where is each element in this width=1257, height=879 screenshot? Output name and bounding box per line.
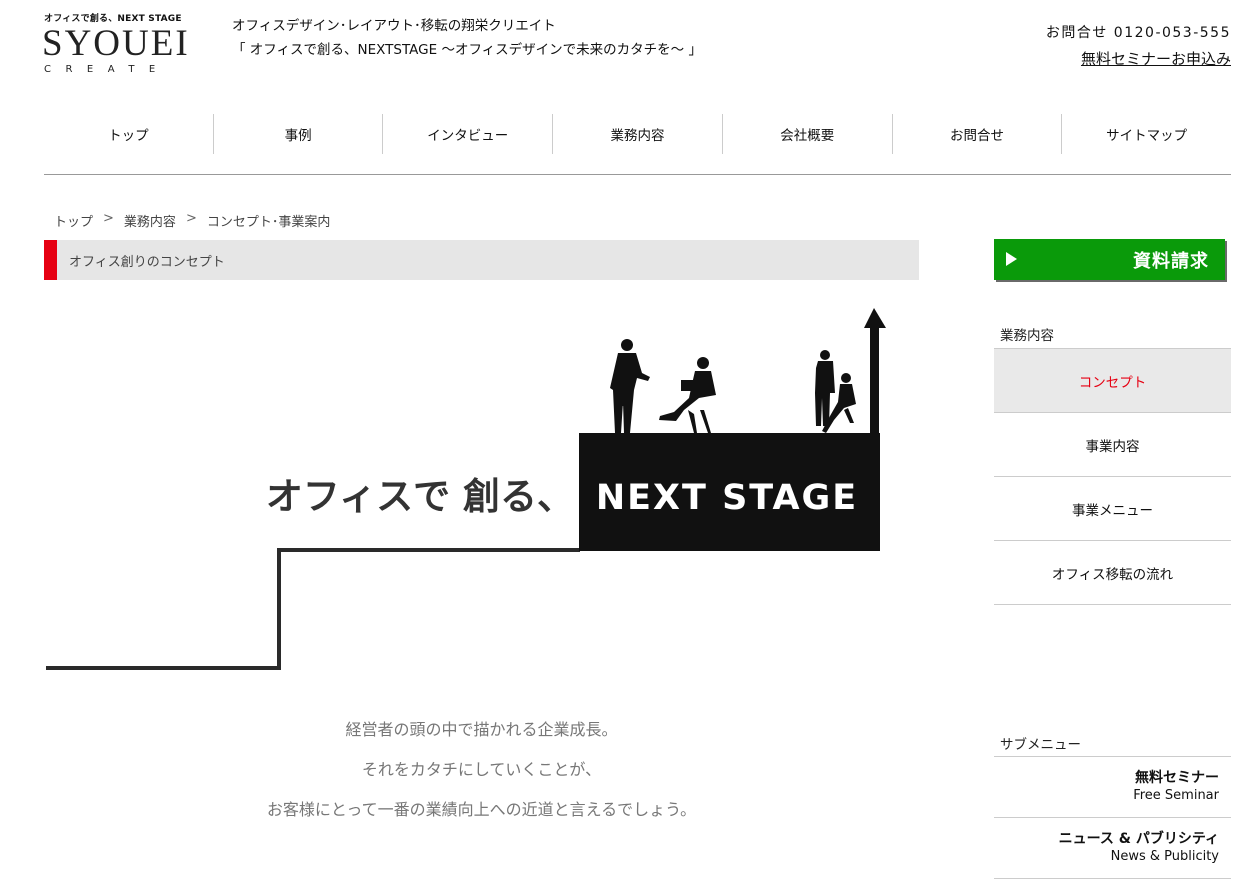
section-title-bar: オフィス創りのコンセプト	[44, 240, 919, 280]
hero-headline-jp: オフィスで 創る、	[266, 475, 574, 518]
nav-divider	[44, 174, 1231, 175]
silhouette-presenter	[610, 339, 650, 433]
hero-headline-en: NEXT STAGE	[596, 478, 858, 518]
play-arrow-icon	[1006, 252, 1017, 266]
sidebar-item-concept[interactable]: コンセプト	[994, 348, 1231, 413]
concept-copy: 経営者の頭の中で描かれる企業成長。 それをカタチにしていくことが、 お客様にとっ…	[44, 710, 919, 830]
submenu-item-news[interactable]: ニュース & パブリシティ News & Publicity	[994, 818, 1231, 879]
breadcrumb-services[interactable]: 業務内容	[124, 211, 176, 230]
concept-copy-line-3: お客様にとって一番の業績向上への近道と言えるでしょう。	[266, 800, 697, 819]
sidebar-heading: 業務内容	[1000, 328, 1054, 344]
nav-item-top[interactable]: トップ	[44, 114, 214, 154]
arrow-head	[864, 308, 886, 328]
submenu-heading: サブメニュー	[1000, 737, 1081, 753]
global-nav: トップ 事例 インタビュー 業務内容 会社概要 お問合せ サイトマップ	[44, 114, 1231, 154]
site-description-line-1: オフィスデザイン･レイアウト･移転の翔栄クリエイト	[232, 18, 556, 34]
breadcrumb-current: コンセプト･事業案内	[206, 215, 331, 230]
breadcrumb-top[interactable]: トップ	[54, 211, 93, 230]
submenu-item-seminar[interactable]: 無料セミナー Free Seminar	[994, 757, 1231, 818]
document-request-button[interactable]: 資料請求	[994, 239, 1225, 280]
breadcrumb: トップ > 業務内容 > コンセプト･事業案内	[54, 211, 330, 230]
submenu-item-label: ニュース & パブリシティ	[1058, 831, 1219, 847]
logo[interactable]: SYOUEI	[42, 24, 190, 64]
concept-copy-line-1: 経営者の頭の中で描かれる企業成長。	[345, 720, 618, 739]
submenu-item-sublabel: Free Seminar	[1133, 788, 1219, 803]
nav-item-interview[interactable]: インタビュー	[383, 114, 554, 154]
submenu: 無料セミナー Free Seminar ニュース & パブリシティ News &…	[994, 756, 1231, 879]
sidebar-menu: コンセプト 事業内容 事業メニュー オフィス移転の流れ	[994, 348, 1231, 605]
contact-phone: お問合せ 0120-053-555	[1045, 25, 1231, 41]
section-accent	[44, 240, 57, 280]
submenu-item-label: 無料セミナー	[1135, 770, 1219, 786]
sidebar-item-relocation-flow[interactable]: オフィス移転の流れ	[994, 541, 1231, 605]
site-description-line-2: 「 オフィスで創る、NEXTSTAGE ～オフィスデザインで未来のカタチを～ 」	[232, 42, 702, 58]
site-description: オフィスデザイン･レイアウト･移転の翔栄クリエイト 「 オフィスで創る、NEXT…	[232, 14, 702, 62]
breadcrumb-separator: >	[185, 211, 197, 226]
arrow-shaft	[870, 326, 879, 434]
sidebar-item-business[interactable]: 事業内容	[994, 413, 1231, 477]
nav-item-cases[interactable]: 事例	[214, 114, 384, 154]
hero-illustration: オフィスで 創る、 NEXT STAGE	[46, 308, 886, 670]
stair-line	[46, 548, 580, 670]
silhouette-seated-laptop	[659, 357, 716, 433]
nav-item-contact[interactable]: お問合せ	[893, 114, 1063, 154]
document-request-label: 資料請求	[1133, 251, 1209, 272]
concept-copy-line-2: それをカタチにしていくことが、	[361, 760, 602, 779]
logo-subtext: CREATE	[44, 64, 170, 75]
submenu-item-sublabel: News & Publicity	[1110, 849, 1219, 864]
nav-item-services[interactable]: 業務内容	[553, 114, 723, 154]
seminar-signup-link[interactable]: 無料セミナーお申込み	[1081, 48, 1231, 69]
sidebar-item-menu[interactable]: 事業メニュー	[994, 477, 1231, 541]
section-title: オフィス創りのコンセプト	[69, 255, 225, 270]
nav-item-sitemap[interactable]: サイトマップ	[1062, 114, 1231, 154]
breadcrumb-separator: >	[103, 211, 114, 226]
nav-item-company[interactable]: 会社概要	[723, 114, 893, 154]
